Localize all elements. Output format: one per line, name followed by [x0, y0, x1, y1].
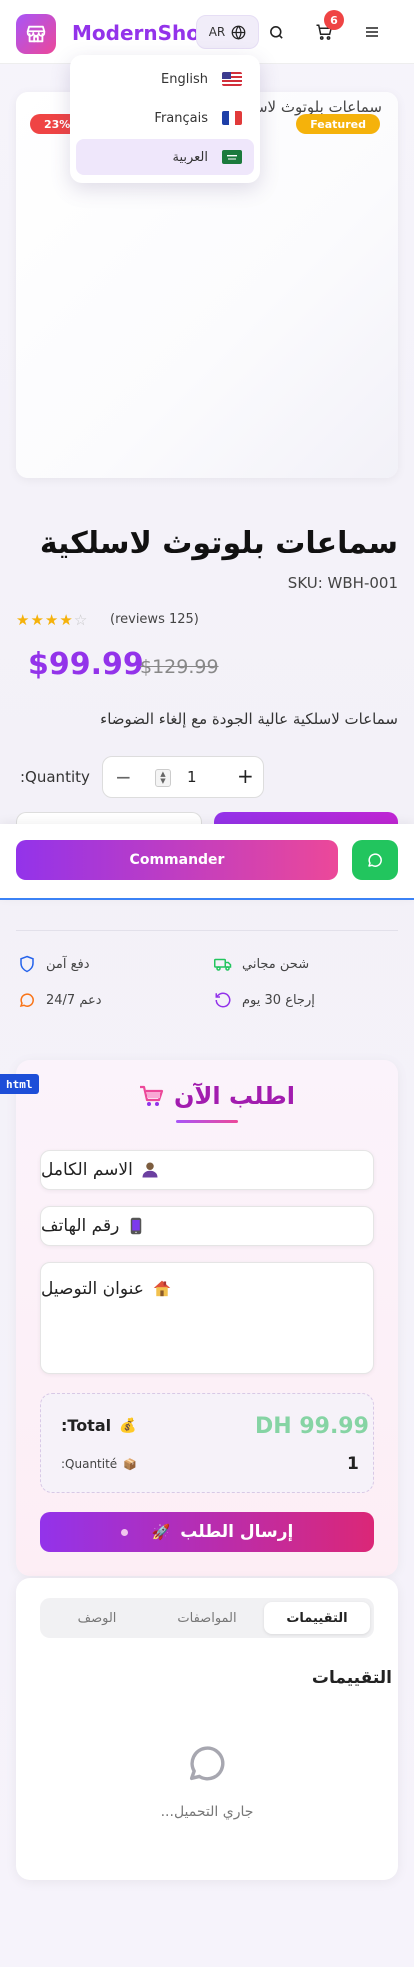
full-name-placeholder: الاسم الكامل: [41, 1160, 133, 1180]
product-tabs: التقييمات المواصفات الوصف: [40, 1598, 374, 1638]
language-switcher[interactable]: AR: [196, 15, 259, 49]
reviews-section-title: التقييمات: [311, 1668, 392, 1688]
feature-returns: إرجاع 30 يوم: [214, 991, 315, 1009]
user-icon: [141, 1161, 159, 1179]
language-option-label: Français: [154, 110, 208, 126]
language-dropdown: English Français العربية: [70, 55, 260, 183]
summary-quantity-label-wrap: :Quantité 📦: [61, 1457, 137, 1471]
address-field[interactable]: عنوان التوصيل: [40, 1262, 374, 1374]
summary-quantity-value: 1: [347, 1454, 359, 1474]
language-option-english[interactable]: English: [76, 61, 254, 97]
phone-icon: [127, 1217, 145, 1235]
tab-specifications[interactable]: المواصفات: [154, 1602, 260, 1634]
package-icon: 📦: [123, 1457, 137, 1471]
feature-secure-payment: دفع آمن: [18, 955, 90, 973]
store-logo[interactable]: [16, 14, 56, 54]
truck-icon: [214, 958, 232, 971]
money-bag-icon: 💰: [119, 1417, 137, 1434]
section-divider: [16, 930, 398, 931]
submit-order-button[interactable]: إرسال الطلب 🚀: [40, 1512, 374, 1552]
product-title: سماعات بلوتوث لاسلكية: [39, 526, 398, 561]
brand-name[interactable]: ModernShop: [72, 21, 214, 45]
star-filled-icon: ★: [30, 611, 44, 629]
submit-label: إرسال الطلب: [180, 1522, 294, 1542]
phone-field[interactable]: رقم الهاتف: [40, 1206, 374, 1246]
feature-label: إرجاع 30 يوم: [242, 992, 315, 1008]
feature-label: شحن مجاني: [242, 956, 310, 972]
search-icon: [269, 25, 283, 39]
globe-icon: [231, 25, 246, 40]
language-code: AR: [208, 25, 226, 39]
reviews-count[interactable]: (reviews 125): [110, 612, 199, 627]
summary-quantity-label: :Quantité: [61, 1457, 118, 1471]
html-debug-tag: html: [0, 1074, 39, 1094]
old-price: $129.99: [140, 656, 219, 678]
feature-label: دعم 24/7: [46, 992, 102, 1008]
order-title-text: اطلب الآن: [174, 1082, 295, 1110]
full-name-field[interactable]: الاسم الكامل: [40, 1150, 374, 1190]
language-option-label: English: [161, 71, 208, 87]
quantity-spinner-icon[interactable]: ▲ ▼: [155, 769, 171, 787]
order-summary: DH 99.99 :Total 💰 1 :Quantité 📦: [40, 1393, 374, 1493]
tab-description[interactable]: الوصف: [44, 1602, 150, 1634]
cart-count-badge: 6: [324, 10, 344, 30]
address-placeholder: عنوان التوصيل: [41, 1279, 144, 1299]
tab-reviews[interactable]: التقييمات: [264, 1602, 370, 1634]
quantity-increase-button[interactable]: +: [237, 764, 254, 788]
store-icon: [26, 25, 46, 43]
feature-label: دفع آمن: [46, 956, 90, 972]
total-label: :Total: [61, 1416, 112, 1435]
order-title-underline: [176, 1120, 238, 1123]
house-icon: [152, 1279, 172, 1297]
us-flag-icon: [222, 72, 242, 86]
whatsapp-icon: [368, 853, 382, 867]
feature-free-shipping: شحن مجاني: [214, 955, 309, 973]
star-filled-icon: ★: [59, 611, 73, 629]
phone-placeholder: رقم الهاتف: [41, 1216, 120, 1236]
quantity-label: :Quantity: [20, 768, 90, 786]
menu-icon: [366, 27, 378, 37]
product-sku: SKU: WBH-001: [287, 574, 398, 592]
rating-stars: ★ ★ ★ ★ ☆: [16, 611, 87, 629]
shield-icon: [20, 955, 34, 973]
language-option-label: العربية: [172, 149, 208, 165]
menu-button[interactable]: [360, 20, 384, 44]
shopping-cart-icon: [140, 1085, 164, 1106]
refresh-icon: [215, 992, 231, 1008]
language-option-french[interactable]: Français: [76, 100, 254, 136]
featured-badge: Featured: [296, 114, 380, 134]
sticky-order-bar: Commander: [0, 824, 414, 900]
chat-icon: [19, 993, 34, 1008]
total-amount: DH 99.99: [255, 1414, 369, 1439]
product-tabs-card: التقييمات المواصفات الوصف التقييمات ...ج…: [16, 1578, 398, 1880]
total-label-wrap: :Total 💰: [61, 1416, 137, 1435]
star-filled-icon: ★: [44, 611, 59, 629]
loading-dot-icon: [120, 1528, 128, 1536]
search-button[interactable]: [264, 20, 288, 44]
loading-text: ...جاري التحميل: [160, 1804, 254, 1820]
quantity-input[interactable]: 1: [187, 768, 197, 786]
language-option-arabic[interactable]: العربية: [76, 139, 254, 175]
order-form-title: اطلب الآن: [138, 1082, 295, 1110]
sa-flag-icon: [222, 150, 242, 164]
commander-button[interactable]: Commander: [16, 840, 338, 880]
current-price: $99.99: [28, 647, 144, 682]
whatsapp-button[interactable]: [352, 840, 398, 880]
product-description: سماعات لاسلكية عالية الجودة مع إلغاء الض…: [100, 710, 398, 728]
feature-support: دعم 24/7: [18, 991, 102, 1009]
fr-flag-icon: [222, 111, 242, 125]
rocket-icon: 🚀: [151, 1523, 171, 1541]
quantity-decrease-button[interactable]: −: [115, 765, 132, 789]
chat-bubble-icon: [189, 1746, 225, 1781]
star-filled-icon: ★: [16, 611, 30, 629]
star-empty-icon: ☆: [73, 611, 88, 629]
quantity-stepper: − ▲ ▼ 1 +: [102, 756, 264, 798]
